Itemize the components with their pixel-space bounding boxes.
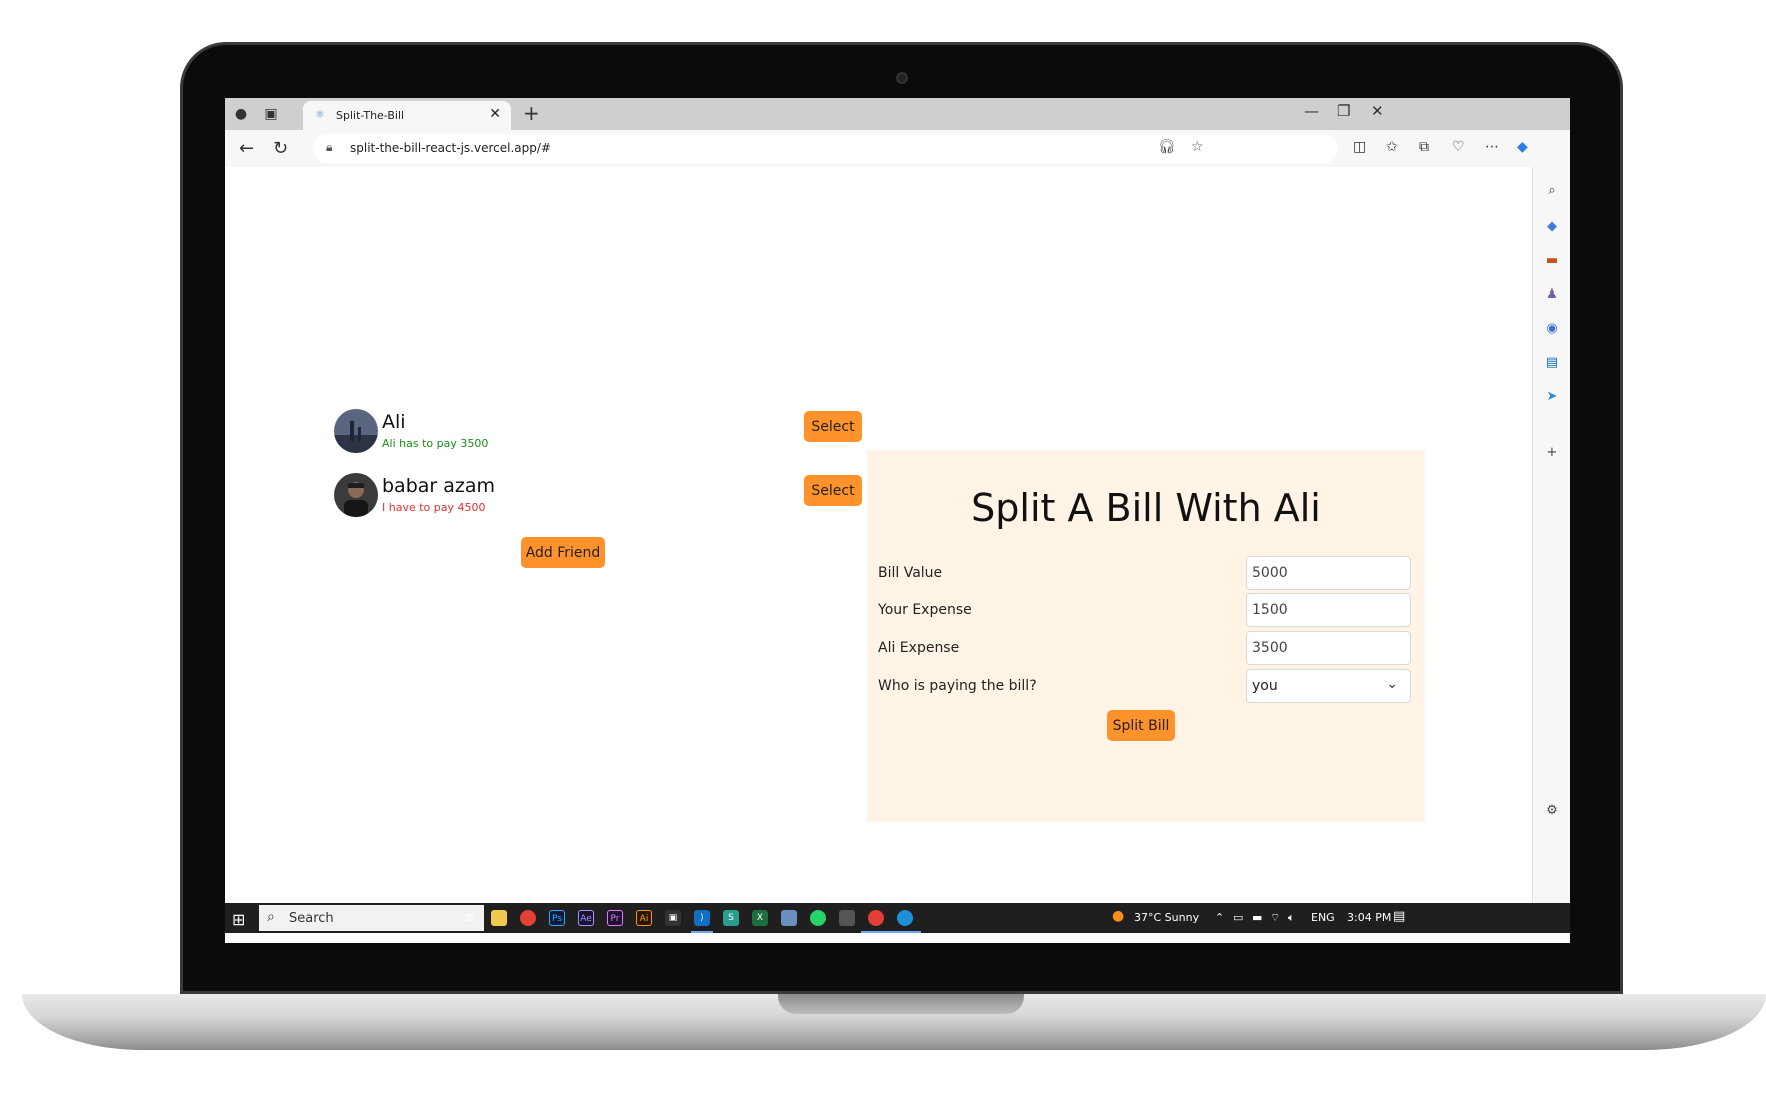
split-bill-button[interactable]: Split Bill [1107,710,1175,741]
select-friend-button[interactable]: Select [804,411,862,442]
select-friend-button[interactable]: Select [804,475,862,506]
weather-text[interactable]: 37°C Sunny [1134,911,1199,924]
friend-name: Ali [382,411,406,433]
payer-select-value: you [1252,678,1278,694]
webcam-icon [896,72,908,84]
whatsapp-icon[interactable] [810,910,826,926]
profile-icon[interactable]: ● [231,104,251,124]
avatar [334,409,378,453]
bill-value-input[interactable]: 5000 [1246,556,1411,590]
bill-value-label: Bill Value [878,565,943,581]
tab-split-the-bill[interactable]: ⚛ Split-The-Bill ✕ [303,101,511,130]
payer-select[interactable]: you ⌄ [1246,669,1411,703]
minimize-icon[interactable]: — [1304,102,1319,120]
outlook-icon[interactable]: ▤ [1544,355,1560,371]
browser-sidebar: ⌕ ◆ ▬ ♟ ◉ ▤ ➤ + ⚙ [1532,167,1570,903]
file-explorer-icon[interactable] [491,910,507,926]
calculator-icon[interactable] [839,910,855,926]
more-icon[interactable]: ⋯ [1485,139,1499,155]
add-friend-button[interactable]: Add Friend [521,537,605,568]
search-icon: ⌕ [267,909,275,925]
lock-icon[interactable]: 🔒︎ [326,140,332,155]
back-icon[interactable]: ← [239,138,254,159]
address-toolbar: ← ↻ 🔒︎ split-the-bill-react-js.vercel.ap… [225,130,1570,167]
close-window-icon[interactable]: ✕ [1371,102,1384,120]
volume-icon[interactable]: 🔈︎ [1288,911,1295,925]
after-effects-icon[interactable]: Ae [578,910,594,926]
split-screen-icon[interactable]: ◫ [1353,139,1366,155]
active-app-indicator-2 [861,931,921,933]
address-bar[interactable]: 🔒︎ split-the-bill-react-js.vercel.app/# … [313,134,1338,163]
your-expense-input[interactable]: 1500 [1246,593,1411,627]
wifi-icon[interactable]: ⌔ [1270,911,1280,925]
search-icon[interactable]: ⌕ [1544,183,1560,199]
refresh-icon[interactable]: ↻ [273,138,288,159]
close-tab-icon[interactable]: ✕ [489,106,501,122]
browser-window: ● ▣ ⚛ Split-The-Bill ✕ + — ❐ ✕ ← ↻ 🔒︎ sp… [225,98,1570,943]
camera-icon[interactable]: ▭ [1233,911,1243,924]
chevron-down-icon: ⌄ [1386,676,1398,692]
friend-balance: Ali has to pay 3500 [382,437,489,450]
clock[interactable]: 3:04 PM [1347,911,1391,924]
your-expense-label: Your Expense [878,602,972,618]
tab-favicon-icon: ⚛ [315,108,325,121]
taskbar-search[interactable]: ⌕ Search [259,905,484,931]
browser-essentials-icon[interactable]: ♡ [1452,139,1465,155]
friend-balance: I have to pay 4500 [382,501,486,514]
friend-expense-label: Ali Expense [878,640,960,656]
form-title: Split A Bill With Ali [971,486,1321,530]
add-icon[interactable]: + [1544,445,1560,461]
chrome-icon-2[interactable] [868,910,884,926]
premiere-icon[interactable]: Pr [607,910,623,926]
language-indicator[interactable]: ENG [1311,911,1335,924]
task-view-icon[interactable]: ▥ [462,910,478,926]
friend-name: babar azam [382,475,496,497]
windows-taskbar: ⊞ ⌕ Search ▥ Ps Ae Pr Ai ▣ ⟩ S X ● 37°C [225,903,1570,933]
edge-icon[interactable] [897,910,913,926]
collections-icon[interactable]: ⧉ [1419,139,1429,155]
friend-row-babar-azam: babar azam I have to pay 4500 Select [334,473,862,521]
tools-icon[interactable]: ▬ [1544,253,1560,269]
laptop-notch [778,994,1024,1014]
illustrator-icon[interactable]: Ai [636,910,652,926]
avatar [334,473,378,517]
photoshop-icon[interactable]: Ps [549,910,565,926]
tab-bar: ● ▣ ⚛ Split-The-Bill ✕ + — ❐ ✕ [225,98,1570,130]
copilot-icon[interactable]: ◆ [1517,139,1528,155]
photo-stage: ● ▣ ⚛ Split-The-Bill ✕ + — ❐ ✕ ← ↻ 🔒︎ sp… [0,0,1766,1106]
favorite-star-icon[interactable]: ☆ [1191,139,1204,155]
notes-icon[interactable] [781,910,797,926]
tab-title: Split-The-Bill [336,109,405,122]
split-bill-form: Split A Bill With Ali Bill Value 5000 Yo… [867,450,1425,822]
microsoft-365-icon[interactable]: ◉ [1544,321,1560,337]
shopping-tag-icon[interactable]: ◆ [1544,219,1560,235]
url-text: split-the-bill-react-js.vercel.app/# [350,141,551,155]
new-tab-icon[interactable]: + [523,101,540,125]
taskbar-search-text: Search [289,911,334,926]
tab-actions-icon[interactable]: ▣ [261,104,281,124]
app-icon[interactable]: ▣ [665,910,681,926]
sheets-icon[interactable]: S [723,910,739,926]
gear-icon[interactable]: ⚙ [1544,803,1560,819]
weather-icon: ● [1112,908,1125,924]
friend-row-ali: Ali Ali has to pay 3500 Select [334,409,862,457]
chevron-up-icon[interactable]: ⌃ [1215,911,1224,924]
chrome-icon[interactable] [520,910,536,926]
restore-icon[interactable]: ❐ [1337,102,1350,120]
battery-icon[interactable]: ▬ [1252,911,1262,924]
payer-label: Who is paying the bill? [878,678,1037,694]
friend-expense-input[interactable]: 3500 [1246,631,1411,665]
read-aloud-icon[interactable]: 🎧︎ [1158,139,1176,155]
active-app-indicator [691,931,713,933]
excel-icon[interactable]: X [752,910,768,926]
drop-icon[interactable]: ➤ [1544,389,1560,405]
games-icon[interactable]: ♟ [1544,287,1560,303]
favorites-icon[interactable]: ✩ [1386,139,1398,155]
web-page: Ali Ali has to pay 3500 Select babar aza… [225,167,1532,903]
vscode-icon[interactable]: ⟩ [694,910,710,926]
windows-start-icon[interactable]: ⊞ [232,910,245,929]
notifications-icon[interactable]: ▤ [1393,909,1405,924]
